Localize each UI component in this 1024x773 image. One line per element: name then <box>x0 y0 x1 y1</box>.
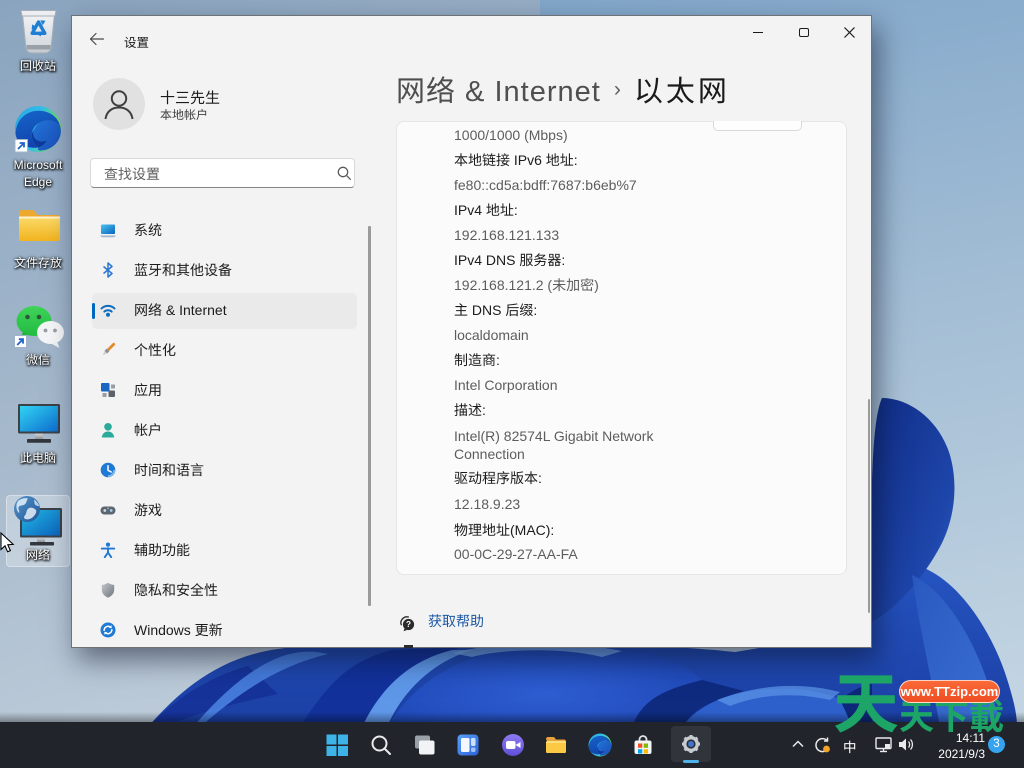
svg-text:?: ? <box>406 620 411 629</box>
